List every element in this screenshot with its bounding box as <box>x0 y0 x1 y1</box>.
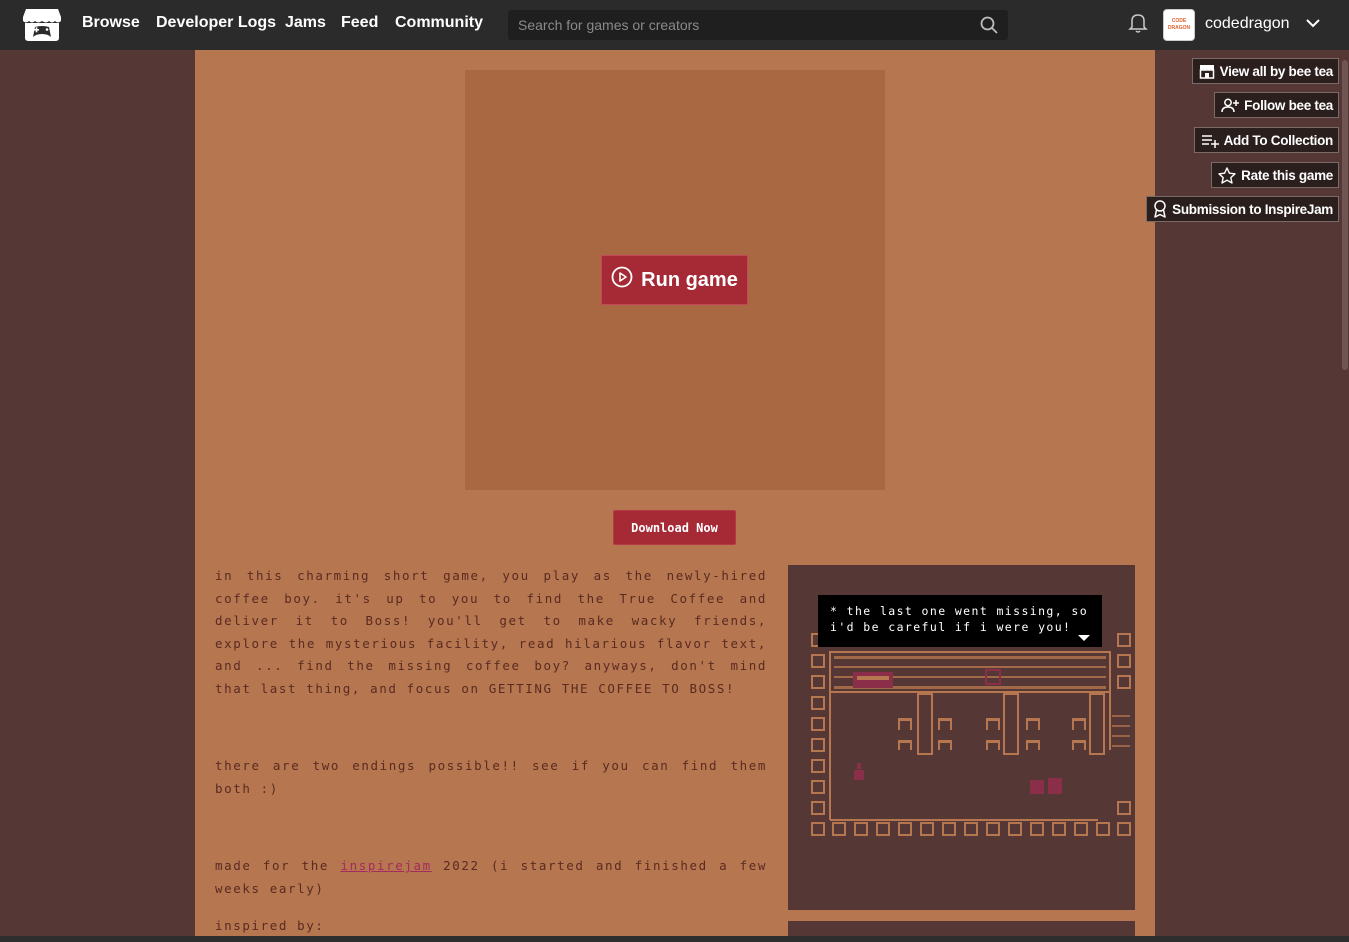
run-game-button[interactable]: Run game <box>601 255 748 305</box>
dialog-continue-arrow-icon <box>1078 635 1090 641</box>
run-game-label: Run game <box>641 268 738 291</box>
jam-submission-label: Submission to InspireJam <box>1172 201 1333 217</box>
download-now-button[interactable]: Download Now <box>613 510 736 545</box>
bottom-edge <box>0 936 1349 942</box>
search-input[interactable] <box>508 10 968 40</box>
itch-logo-icon[interactable] <box>22 7 62 43</box>
game-embed-frame: Run game <box>465 70 885 490</box>
nav-jams[interactable]: Jams <box>285 14 326 32</box>
description-paragraph: inspired by: <box>215 918 325 933</box>
page-scrollbar[interactable] <box>1340 50 1349 936</box>
search-box <box>508 10 1008 40</box>
nav-browse[interactable]: Browse <box>82 14 140 32</box>
rate-game-button[interactable]: Rate this game <box>1211 162 1339 188</box>
screenshot-room-art <box>811 633 1131 836</box>
add-collection-icon <box>1201 134 1219 148</box>
view-all-label: View all by bee tea <box>1219 63 1334 79</box>
game-page-column: Run game Download Now in this charming s… <box>195 50 1155 941</box>
notifications-bell-icon[interactable] <box>1128 12 1148 39</box>
game-screenshot[interactable]: * the last one went missing, so i'd be c… <box>788 565 1135 910</box>
follow-label: Follow bee tea <box>1244 97 1333 113</box>
jam-submission-button[interactable]: Submission to InspireJam <box>1146 196 1339 222</box>
description-paragraph: there are two endings possible!! see if … <box>215 758 767 796</box>
follow-author-button[interactable]: Follow bee tea <box>1214 92 1339 118</box>
inspirejam-link[interactable]: inspirejam <box>340 858 431 873</box>
screenshot-dialog-box: * the last one went missing, so i'd be c… <box>818 595 1102 647</box>
description-paragraph: made for the inspirejam 2022 (i started … <box>215 855 767 900</box>
ribbon-icon <box>1154 200 1166 218</box>
follow-user-icon <box>1221 98 1240 112</box>
nav-feed[interactable]: Feed <box>341 14 378 32</box>
star-icon <box>1218 166 1236 184</box>
nav-developer-logs[interactable]: Developer Logs <box>156 14 276 32</box>
itch-store-icon <box>1199 64 1214 79</box>
add-to-collection-label: Add To Collection <box>1223 132 1334 148</box>
scrollbar-thumb[interactable] <box>1342 60 1348 370</box>
avatar[interactable]: CODE DRAGON <box>1163 9 1195 41</box>
nav-community[interactable]: Community <box>395 14 483 32</box>
search-icon[interactable] <box>980 16 998 39</box>
rate-game-label: Rate this game <box>1241 167 1333 183</box>
chevron-down-icon[interactable] <box>1305 15 1321 36</box>
view-all-by-author-button[interactable]: View all by bee tea <box>1191 58 1339 84</box>
play-circle-icon <box>611 266 633 294</box>
description-text: made for the <box>215 858 341 873</box>
top-nav: Browse Developer Logs Jams Feed Communit… <box>0 0 1349 50</box>
dialog-text: * the last one went missing, so i'd be c… <box>830 604 1089 634</box>
description-paragraph: in this charming short game, you play as… <box>215 568 767 696</box>
add-to-collection-button[interactable]: Add To Collection <box>1193 127 1339 153</box>
username-label[interactable]: codedragon <box>1205 15 1290 33</box>
game-description: in this charming short game, you play as… <box>215 565 767 938</box>
